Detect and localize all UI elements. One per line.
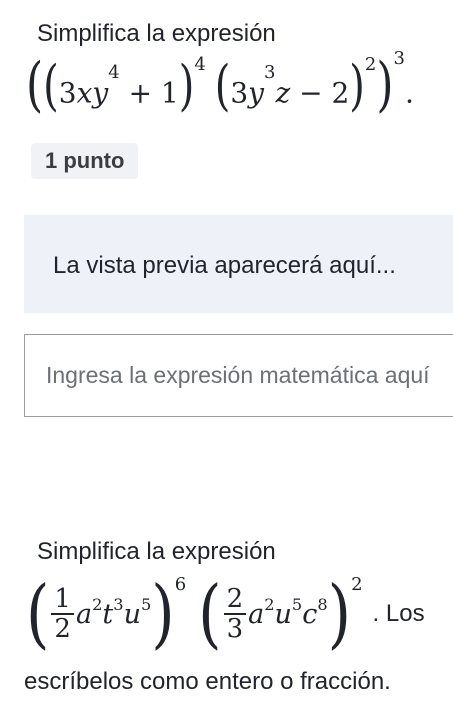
fraction-one-half: 12: [51, 585, 74, 643]
preview-text: La vista previa aparecerá aquí...: [53, 252, 396, 279]
question-1-prompt: Simplifica la expresión: [37, 20, 276, 47]
fraction-two-thirds: 23: [223, 585, 247, 643]
question-2-continuation: escríbelos como entero o fracción.: [24, 668, 391, 695]
answer-field[interactable]: [24, 334, 453, 417]
question-1-expression: ((3xy4 + 1)4 (3y3z − 2)2)3.: [26, 48, 414, 120]
math-expression-input[interactable]: [25, 335, 453, 416]
question-2-suffix: . Los: [372, 600, 425, 627]
preview-box: La vista previa aparecerá aquí...: [24, 215, 453, 313]
question-2-prompt: Simplifica la expresión: [37, 538, 276, 565]
question-2-expression: ( 12 a2t3u5 ) 6 ( 23 a2u5c8 ) 2 . Los: [26, 570, 425, 658]
points-badge: 1 punto: [31, 143, 139, 179]
